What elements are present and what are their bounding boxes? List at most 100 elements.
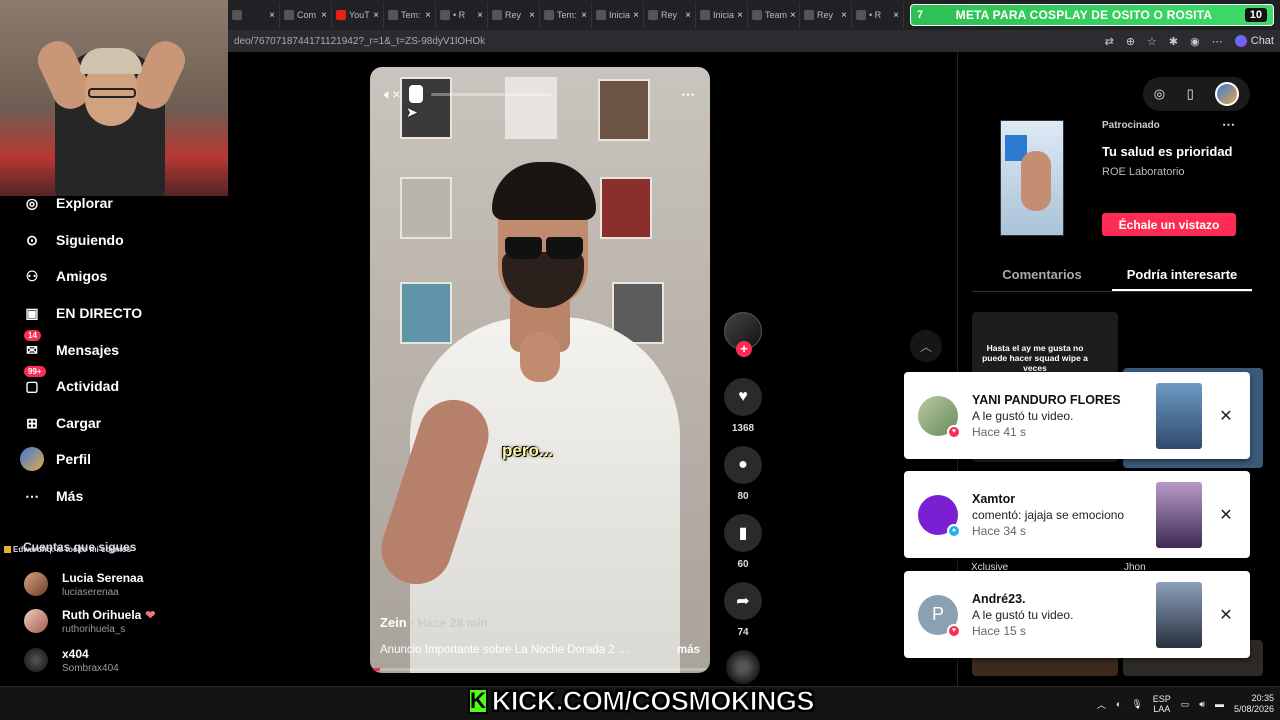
sidebar-item-en-directo[interactable]: ▣ EN DIRECTO [20, 298, 142, 328]
device-icon[interactable]: ▯ [1187, 86, 1194, 102]
sidebar-item-perfil[interactable]: Perfil [20, 444, 91, 474]
volume-icon[interactable]: 🔊︎ [1199, 699, 1205, 710]
notification-video-thumb[interactable] [1156, 581, 1202, 648]
clock[interactable]: 20:35 5/08/2026 [1234, 693, 1274, 715]
close-icon[interactable]: ✕ [1216, 605, 1236, 625]
tab-close-icon[interactable]: × [841, 10, 847, 21]
creator-avatar[interactable]: + [724, 312, 762, 357]
comment-button[interactable]: ● [724, 446, 762, 484]
browser-tab[interactable]: Rey × [800, 2, 852, 28]
share-button[interactable]: ➦ [724, 582, 762, 620]
video-progress-bar[interactable] [370, 668, 710, 671]
zoom-icon[interactable]: ⊕ [1126, 35, 1135, 48]
close-icon[interactable]: ✕ [1216, 406, 1236, 426]
close-icon[interactable]: ✕ [1216, 505, 1236, 525]
browser-tab[interactable]: Inicia × [696, 2, 748, 28]
volume-slider-track[interactable] [430, 92, 551, 96]
avatar[interactable]: ● [918, 494, 961, 538]
tab-close-icon[interactable]: × [425, 10, 431, 21]
address-bar[interactable]: deo/7670718744171121942?_r=1&_t=ZS-98dyV… [228, 30, 1280, 52]
like-button[interactable]: ♥ [724, 378, 762, 416]
sidebar-item-label: Perfil [56, 451, 92, 467]
chat-button[interactable]: Chat [1234, 35, 1274, 47]
notification-video-thumb[interactable] [1156, 481, 1202, 548]
browser-tab[interactable]: Com × [280, 2, 332, 28]
ad-more-icon[interactable]: ⋯ [1222, 117, 1235, 133]
profile-avatar-icon[interactable]: ◉ [1190, 35, 1200, 48]
sidebar-item-explorar[interactable]: ◎ Explorar [20, 188, 113, 218]
tab-close-icon[interactable]: × [477, 10, 483, 21]
sidebar-item-mensajes[interactable]: ✉ 14 Mensajes [20, 330, 119, 365]
video-more-icon[interactable]: ⋯ [681, 86, 696, 103]
following-account[interactable]: Lucia Serenaa luciaserenaa [24, 569, 143, 599]
notification-card[interactable]: ♥ YANI PANDURO FLORES A le gustó tu video.… [904, 372, 1250, 459]
translate-icon[interactable]: ⇄ [1105, 35, 1114, 48]
battery-icon[interactable]: ▬ [1215, 699, 1224, 709]
mute-icon[interactable]: 🔈︎× [384, 86, 401, 103]
browser-tab[interactable]: • R × [436, 2, 488, 28]
video-player[interactable]: 🔈︎× ⋯ pero... Zein · Hace 28 min Anuncio… [370, 67, 710, 673]
ad-thumbnail[interactable] [1000, 120, 1064, 236]
tab-close-icon[interactable]: × [893, 10, 899, 21]
save-button[interactable]: ▮ [724, 514, 762, 552]
following-account[interactable]: Ruth Orihuela ❤ ruthorihuela_s [24, 606, 155, 636]
avatar[interactable] [24, 609, 48, 633]
sidebar-item-label: Cargar [56, 415, 102, 431]
browser-tab[interactable]: × [228, 2, 280, 28]
volume-slider-knob[interactable] [408, 85, 423, 103]
avatar[interactable] [24, 572, 48, 596]
language-indicator[interactable]: ESP LAA [1153, 694, 1171, 714]
tab-close-icon[interactable]: × [633, 10, 639, 21]
avatar[interactable] [24, 648, 48, 672]
avatar[interactable]: ♥ [918, 395, 961, 439]
sidebar-item-siguiendo[interactable]: ⊙ Siguiendo [20, 225, 124, 255]
network-icon[interactable]: ▭ [1181, 699, 1190, 710]
browser-tab[interactable]: YouT × [332, 2, 384, 28]
tab-close-icon[interactable]: × [373, 10, 379, 21]
sidebar-item-actividad[interactable]: ▢ 99+ Actividad [20, 366, 119, 401]
ad-brand[interactable]: ROE Laboratorio [1102, 166, 1185, 178]
tab-suggested[interactable]: Podría interesarte [1112, 262, 1252, 291]
notification-video-thumb[interactable] [1156, 382, 1202, 449]
browser-tab[interactable]: • R × [852, 2, 904, 28]
description-more-link[interactable]: más [677, 644, 700, 656]
scroll-up-button[interactable]: ︿ [910, 330, 942, 362]
extensions-icon[interactable]: ✱ [1169, 35, 1178, 48]
tab-close-icon[interactable]: × [790, 10, 796, 21]
tab-close-icon[interactable]: × [685, 10, 691, 21]
follow-plus-icon[interactable]: + [736, 341, 752, 357]
tab-close-icon[interactable]: × [321, 10, 327, 21]
friends-icon: ⚇ [25, 267, 39, 284]
browser-tab[interactable]: Team × [748, 2, 800, 28]
menu-dots-icon[interactable]: ⋯ [1212, 35, 1223, 48]
following-account[interactable]: x404 Sombrax404 [24, 645, 119, 675]
browser-tab[interactable]: Tem: × [384, 2, 436, 28]
tab-close-icon[interactable]: × [581, 10, 587, 21]
system-tray: ︿ ◐ 🎙︎ ESP LAA ▭ 🔊︎ ▬ 20:35 5/08/2026 [1097, 687, 1274, 720]
browser-tab[interactable]: Rey × [488, 2, 540, 28]
tray-app-icon[interactable]: ◐ [1116, 699, 1121, 709]
tab-close-icon[interactable]: × [529, 10, 535, 21]
user-avatar[interactable] [1215, 82, 1240, 106]
notification-card[interactable]: ● Xamtor comentó: jajaja se emociono Hace 3… [904, 471, 1250, 558]
browser-tab[interactable]: Inicia × [592, 2, 644, 28]
bookmark-star-icon[interactable]: ☆ [1147, 35, 1157, 48]
tab-close-icon[interactable]: × [269, 10, 275, 21]
tray-chevron-icon[interactable]: ︿ [1097, 698, 1106, 711]
tab-close-icon[interactable]: × [737, 10, 743, 21]
ad-cta-button[interactable]: Échale un vistazo [1102, 213, 1236, 236]
url-text[interactable]: deo/7670718744171121942?_r=1&_t=ZS-98dyV… [234, 36, 485, 47]
tab-comments[interactable]: Comentarios [972, 262, 1112, 291]
author-name[interactable]: Zein [380, 615, 407, 630]
browser-tab[interactable]: Rey × [644, 2, 696, 28]
video-author[interactable]: Zein · Hace 28 min [380, 615, 488, 630]
compass-icon[interactable]: ◎ [1154, 86, 1165, 102]
music-disc-icon[interactable] [726, 650, 760, 684]
microphone-icon[interactable]: 🎙︎ [1131, 699, 1142, 710]
browser-tab[interactable]: Tem: × [540, 2, 592, 28]
notification-card[interactable]: P ♥ André23. A le gustó tu video. Hace 15 s ✕ [904, 571, 1250, 658]
sidebar-item-amigos[interactable]: ⚇ Amigos [20, 261, 108, 291]
avatar[interactable]: P ♥ [918, 594, 961, 638]
sidebar-item-cargar[interactable]: ⊞ Cargar [20, 408, 101, 438]
sidebar-item-ms[interactable]: ⋯ Más [20, 481, 83, 511]
